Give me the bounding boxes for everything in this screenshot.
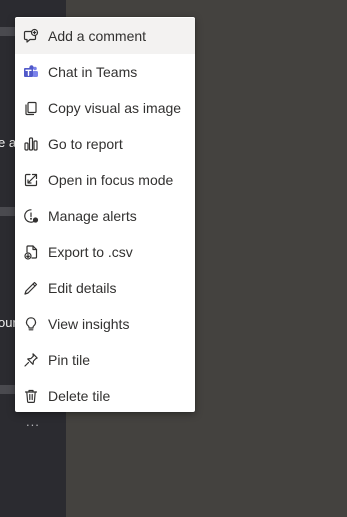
- export-icon: [22, 243, 40, 261]
- menu-item-export-csv[interactable]: Export to .csv: [15, 234, 195, 270]
- menu-item-label: Go to report: [48, 136, 123, 152]
- trash-icon: [22, 387, 40, 405]
- menu-item-manage-alerts[interactable]: Manage alerts: [15, 198, 195, 234]
- pin-icon: [22, 351, 40, 369]
- focus-mode-icon: [22, 171, 40, 189]
- menu-item-pin-tile[interactable]: Pin tile: [15, 342, 195, 378]
- menu-item-label: Edit details: [48, 280, 117, 296]
- pencil-icon: [22, 279, 40, 297]
- menu-item-label: Chat in Teams: [48, 64, 138, 80]
- menu-item-add-comment[interactable]: Add a comment: [15, 18, 195, 54]
- context-menu: Add a comment Chat in Teams Copy visual …: [15, 17, 195, 412]
- menu-item-go-to-report[interactable]: Go to report: [15, 126, 195, 162]
- copy-icon: [22, 99, 40, 117]
- teams-icon: [22, 63, 40, 81]
- menu-item-label: Open in focus mode: [48, 172, 174, 188]
- menu-item-label: View insights: [48, 316, 130, 332]
- menu-item-label: Manage alerts: [48, 208, 137, 224]
- menu-item-label: Export to .csv: [48, 244, 133, 260]
- menu-item-label: Delete tile: [48, 388, 111, 404]
- menu-item-edit-details[interactable]: Edit details: [15, 270, 195, 306]
- text-fragment: e a: [0, 135, 17, 150]
- lightbulb-icon: [22, 315, 40, 333]
- menu-item-chat-in-teams[interactable]: Chat in Teams: [15, 54, 195, 90]
- menu-item-view-insights[interactable]: View insights: [15, 306, 195, 342]
- menu-item-label: Add a comment: [48, 28, 147, 44]
- menu-item-label: Pin tile: [48, 352, 91, 368]
- comment-icon: [22, 27, 40, 45]
- menu-item-label: Copy visual as image: [48, 100, 182, 116]
- alert-icon: [22, 207, 40, 225]
- menu-item-copy-visual[interactable]: Copy visual as image: [15, 90, 195, 126]
- menu-item-focus-mode[interactable]: Open in focus mode: [15, 162, 195, 198]
- bar-chart-icon: [22, 135, 40, 153]
- menu-item-delete-tile[interactable]: Delete tile: [15, 378, 195, 414]
- more-options-button[interactable]: ...: [26, 414, 40, 429]
